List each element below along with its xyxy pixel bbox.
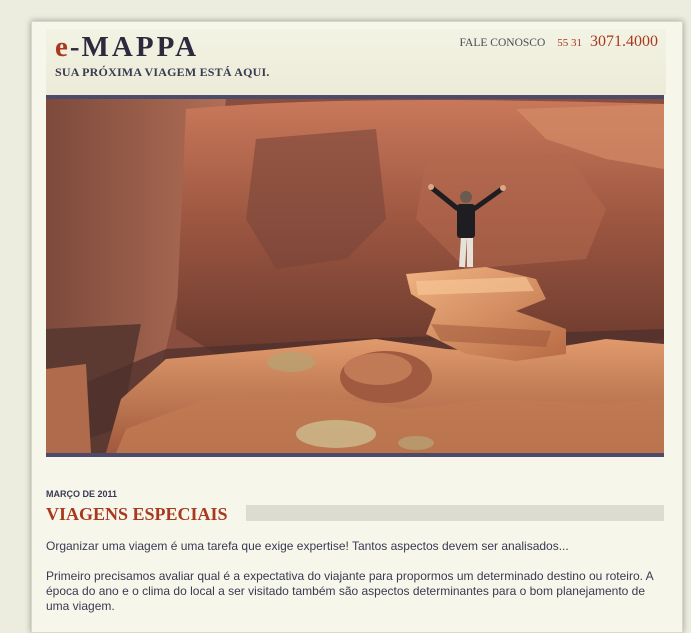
post-date: MARÇO DE 2011 bbox=[46, 489, 118, 499]
phone-number: 3071.4000 bbox=[590, 33, 658, 50]
canyon-photo-icon bbox=[46, 99, 664, 453]
post-paragraph-2: Primeiro precisamos avaliar qual é a exp… bbox=[46, 569, 653, 613]
contact-info: FALE CONOSCO 55 31 3071.4000 bbox=[460, 33, 658, 51]
hero-banner bbox=[46, 95, 664, 457]
logo-dash: - bbox=[69, 31, 82, 63]
phone-area-code: 55 31 bbox=[557, 37, 582, 49]
page-container: e-MAPPA SUA PRÓXIMA VIAGEM ESTÁ AQUI. FA… bbox=[31, 21, 683, 633]
logo-name: MAPPA bbox=[81, 31, 200, 63]
post-paragraph-1: Organizar uma viagem é uma tarefa que ex… bbox=[46, 539, 569, 553]
contact-label[interactable]: FALE CONOSCO bbox=[460, 37, 546, 49]
post-body: Organizar uma viagem é uma tarefa que ex… bbox=[46, 539, 666, 629]
site-header: e-MAPPA SUA PRÓXIMA VIAGEM ESTÁ AQUI. FA… bbox=[46, 29, 666, 95]
title-divider bbox=[246, 505, 664, 521]
logo-e: e bbox=[55, 31, 70, 63]
site-logo[interactable]: e-MAPPA bbox=[55, 31, 199, 64]
site-tagline: SUA PRÓXIMA VIAGEM ESTÁ AQUI. bbox=[55, 65, 270, 79]
post-title[interactable]: VIAGENS ESPECIAIS bbox=[46, 504, 228, 525]
